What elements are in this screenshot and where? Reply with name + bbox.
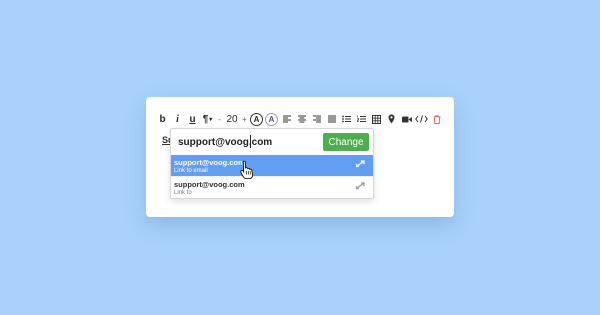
font-decrease-button[interactable]: - bbox=[216, 111, 223, 127]
code-button[interactable] bbox=[415, 111, 428, 127]
suggestion-subtitle: Link to email bbox=[174, 168, 208, 174]
suggestion-title: support@voog.com bbox=[174, 158, 245, 167]
trash-icon bbox=[433, 114, 440, 124]
link-icon bbox=[355, 182, 365, 190]
chevron-down-icon: ▾ bbox=[209, 116, 213, 123]
format-toolbar: b i u ¶ ▾ - 20 + A A bbox=[156, 111, 445, 127]
align-right-button[interactable] bbox=[310, 111, 323, 127]
align-center-icon bbox=[297, 115, 306, 123]
delete-button[interactable] bbox=[430, 111, 443, 127]
background-color-button[interactable]: A bbox=[265, 111, 278, 127]
underline-button[interactable]: u bbox=[186, 111, 199, 127]
suggestion-title: support@voog.com bbox=[174, 180, 245, 189]
font-increase-button[interactable]: + bbox=[241, 111, 248, 127]
bold-button[interactable]: b bbox=[156, 111, 169, 127]
background-color-icon: A bbox=[265, 112, 278, 126]
link-suggestion-page[interactable]: support@voog.com Link to bbox=[171, 176, 373, 198]
font-size-value: 20 bbox=[226, 113, 238, 125]
numbered-list-button[interactable] bbox=[355, 111, 368, 127]
text-color-icon: A bbox=[250, 112, 263, 126]
align-left-icon bbox=[282, 115, 291, 123]
paragraph-label: ¶ bbox=[202, 113, 209, 125]
video-button[interactable] bbox=[400, 111, 413, 127]
bullet-list-button[interactable] bbox=[340, 111, 353, 127]
paragraph-style-button[interactable]: ¶ ▾ bbox=[201, 111, 214, 127]
numbered-list-icon bbox=[357, 115, 366, 122]
location-pin-icon bbox=[388, 114, 395, 124]
video-camera-icon bbox=[401, 116, 412, 122]
align-center-button[interactable] bbox=[295, 111, 308, 127]
code-icon bbox=[415, 115, 428, 123]
align-right-icon bbox=[312, 115, 321, 123]
text-caret bbox=[250, 135, 251, 148]
link-suggestion-email[interactable]: support@voog.com Link to email bbox=[171, 155, 373, 176]
align-justify-icon bbox=[327, 115, 336, 123]
hand-pointer-cursor-icon bbox=[239, 160, 255, 179]
link-icon bbox=[355, 160, 365, 168]
table-button[interactable] bbox=[370, 111, 383, 127]
location-button[interactable] bbox=[385, 111, 398, 127]
align-left-button[interactable] bbox=[280, 111, 293, 127]
text-color-button[interactable]: A bbox=[250, 111, 263, 127]
link-input-row: Change bbox=[171, 129, 373, 155]
link-popover: Change support@voog.com Link to email su… bbox=[170, 128, 374, 199]
bullet-list-icon bbox=[342, 115, 351, 123]
suggestion-subtitle: Link to bbox=[174, 190, 192, 196]
align-justify-button[interactable] bbox=[325, 111, 338, 127]
italic-button[interactable]: i bbox=[171, 111, 184, 127]
link-url-input[interactable] bbox=[178, 135, 318, 149]
table-icon bbox=[372, 114, 381, 124]
change-button[interactable]: Change bbox=[323, 133, 369, 151]
